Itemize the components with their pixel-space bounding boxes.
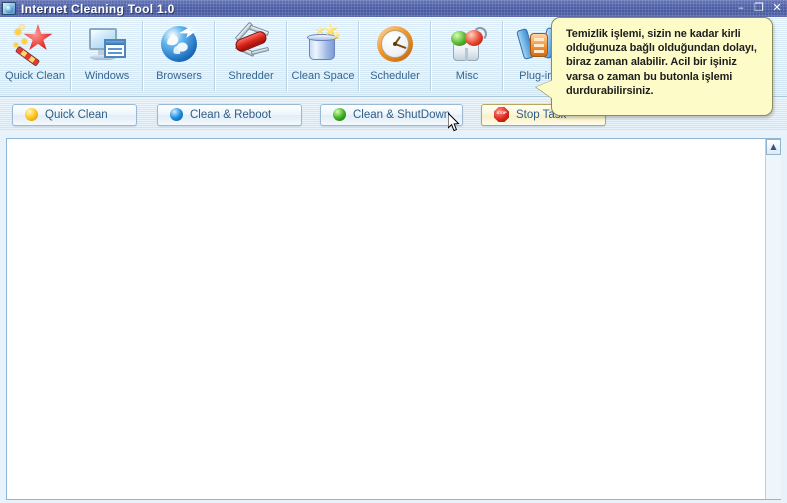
clean-and-shutdown-button[interactable]: Clean & ShutDown [320, 103, 463, 126]
toolbar-item-browsers[interactable]: Browsers [144, 17, 214, 96]
toolbar-label: Misc [455, 70, 479, 82]
toolbar-item-quick-clean[interactable]: Quick Clean [0, 17, 70, 96]
globe-icon [157, 23, 201, 67]
scroll-up-button[interactable]: ▲ [766, 139, 781, 155]
tooth-brush-icon [445, 23, 489, 67]
window-title: Internet Cleaning Tool 1.0 [21, 1, 175, 16]
tooltip-text: Temizlik işlemi, sizin ne kadar kirli ol… [566, 28, 757, 97]
clean-and-reboot-button[interactable]: Clean & Reboot [157, 103, 302, 126]
sparkling-bin-icon [301, 23, 345, 67]
stop-task-tooltip: Temizlik işlemi, sizin ne kadar kirli ol… [536, 17, 773, 116]
quick-clean-label: Quick Clean [45, 108, 108, 121]
maximize-button[interactable]: ❐ [751, 1, 767, 15]
stop-sign-icon [494, 107, 509, 122]
application-window: Internet Cleaning Tool 1.0 – ❐ ✕ Quick C… [0, 0, 787, 503]
minimize-icon: – [738, 1, 744, 14]
scrollbar-track[interactable] [766, 155, 781, 499]
close-icon: ✕ [772, 1, 782, 14]
minimize-button[interactable]: – [733, 1, 749, 15]
green-dot-icon [333, 108, 346, 121]
app-globe-icon [2, 2, 16, 15]
maximize-icon: ❐ [754, 1, 764, 14]
close-button[interactable]: ✕ [769, 1, 785, 15]
blue-dot-icon [170, 108, 183, 121]
toolbar-label: Browsers [156, 70, 202, 82]
swiss-army-knife-icon [229, 21, 273, 67]
toolbar-label: Scheduler [370, 70, 420, 82]
clock-icon [373, 23, 417, 67]
magic-wand-icon [13, 23, 57, 67]
log-output-area[interactable] [7, 139, 765, 499]
clean-and-reboot-label: Clean & Reboot [190, 108, 272, 121]
toolbar-label: Clean Space [291, 70, 355, 82]
content-panel: ▲ [6, 138, 781, 500]
yellow-dot-icon [25, 108, 38, 121]
title-bar: Internet Cleaning Tool 1.0 – ❐ ✕ [0, 0, 787, 17]
window-controls: – ❐ ✕ [733, 1, 785, 15]
tooltip-tail [536, 80, 553, 99]
clean-and-shutdown-label: Clean & ShutDown [353, 108, 451, 121]
quick-clean-button[interactable]: Quick Clean [12, 103, 137, 126]
toolbar-item-shredder[interactable]: Shredder [216, 17, 286, 96]
toolbar-label: Shredder [228, 70, 274, 82]
toolbar-label: Quick Clean [5, 70, 65, 82]
toolbar-item-misc[interactable]: Misc [432, 17, 502, 96]
toolbar-item-windows[interactable]: Windows [72, 17, 142, 96]
monitor-window-icon [85, 23, 129, 67]
toolbar-item-scheduler[interactable]: Scheduler [360, 17, 430, 96]
toolbar-label: Windows [84, 70, 130, 82]
toolbar-item-clean-space[interactable]: Clean Space [288, 17, 358, 96]
vertical-scrollbar[interactable]: ▲ [765, 139, 781, 499]
